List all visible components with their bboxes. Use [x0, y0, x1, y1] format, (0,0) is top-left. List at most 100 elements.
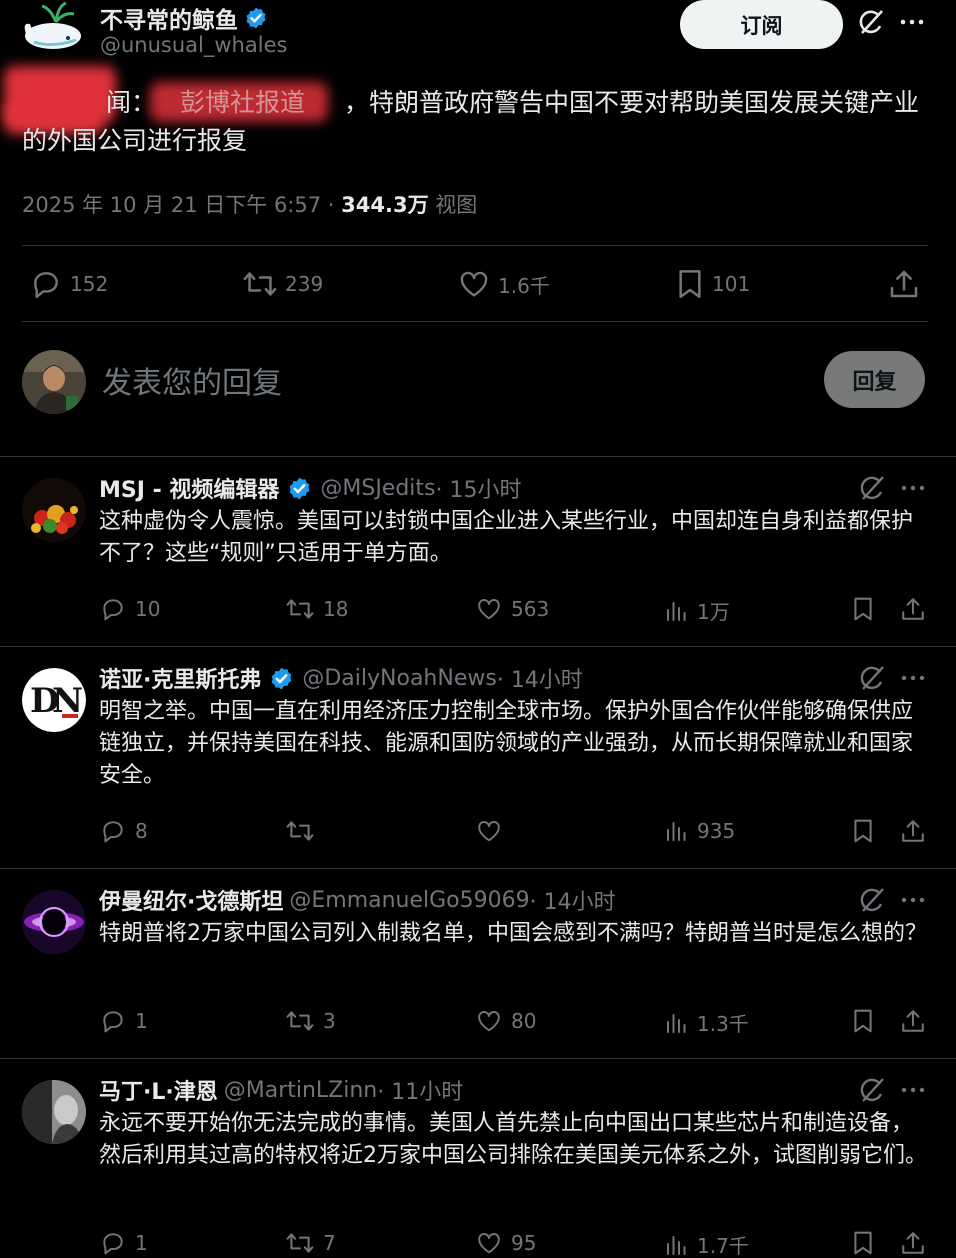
author-handle[interactable]: @unusual_whales [100, 33, 287, 57]
reply-author-name[interactable]: 诺亚·克里斯托弗 [99, 662, 261, 694]
bookmark-action[interactable] [852, 818, 874, 844]
divider [0, 646, 956, 647]
reply-author-handle[interactable]: @MartinLZinn [224, 1078, 378, 1103]
like-action[interactable]: 95 [476, 1230, 536, 1256]
bookmark-action[interactable] [852, 1230, 874, 1256]
subscribe-button[interactable]: 订阅 [680, 0, 843, 49]
reply-time[interactable]: · 14小时 [497, 662, 583, 694]
reply-button[interactable]: 回复 [824, 351, 925, 408]
reply-action[interactable]: 10 [100, 596, 160, 622]
user-avatar[interactable] [22, 350, 86, 414]
repost-count: 239 [285, 272, 324, 296]
reply-icon [103, 1011, 123, 1033]
repost-icon [286, 821, 314, 841]
reply-author-name[interactable]: MSJ - 视频编辑器 [99, 472, 279, 504]
post-timestamp[interactable]: 2025 年 10 月 21 日下午 6:57 [22, 193, 321, 217]
grok-icon[interactable] [857, 8, 885, 36]
views-action[interactable]: 935 [664, 818, 735, 844]
views-action[interactable]: 1.7千 [664, 1230, 749, 1258]
views-count: 344.3万 [341, 193, 429, 217]
reply-action[interactable]: 1 [100, 1230, 148, 1256]
repost-icon [286, 599, 314, 619]
views-count: 1.3千 [697, 1012, 749, 1036]
views-action[interactable]: 1万 [664, 596, 730, 625]
views-count: 1.7千 [697, 1234, 749, 1258]
more-options-icon[interactable] [899, 664, 927, 692]
grok-icon[interactable] [858, 886, 886, 914]
repost-action[interactable]: 7 [286, 1230, 336, 1256]
repost-count: 7 [323, 1231, 336, 1255]
reply-avatar[interactable] [22, 890, 86, 954]
reply-time[interactable]: · 15小时 [436, 472, 522, 504]
author-name-text[interactable]: 不寻常的鲸鱼 [100, 1, 238, 35]
more-options-icon[interactable] [899, 474, 927, 502]
share-icon [902, 1232, 924, 1254]
reply-author-handle[interactable]: @EmmanuelGo59069 [289, 888, 529, 913]
bookmark-action[interactable]: 101 [676, 268, 750, 300]
views-chart-icon [667, 1235, 686, 1255]
views-action[interactable]: 1.3千 [664, 1008, 749, 1037]
views-chart-icon [667, 1013, 686, 1033]
share-action[interactable] [900, 596, 926, 622]
reply-count: 1 [135, 1009, 148, 1033]
divider [22, 321, 928, 322]
author-avatar[interactable] [20, 0, 88, 52]
bookmark-icon [854, 1009, 872, 1033]
reply-time[interactable]: · 14小时 [530, 884, 616, 916]
bookmark-action[interactable] [852, 1008, 874, 1034]
grok-icon[interactable] [858, 664, 886, 692]
reply-text: 明智之举。中国一直在利用经济压力控制全球市场。保护外国合作伙伴能够确保供应链独立… [99, 699, 914, 788]
share-action[interactable] [888, 268, 920, 300]
reply-author-handle[interactable]: @DailyNoahNews [302, 666, 496, 691]
more-options-icon[interactable] [899, 1076, 927, 1104]
share-icon [902, 598, 924, 620]
bookmark-icon [679, 270, 701, 298]
reply-count: 152 [70, 272, 109, 296]
reply-author-handle[interactable]: @MSJedits [320, 476, 435, 501]
repost-action[interactable]: 3 [286, 1008, 336, 1034]
repost-action[interactable]: 239 [243, 268, 323, 300]
grok-icon[interactable] [858, 1076, 886, 1104]
share-icon [890, 270, 918, 298]
more-options-icon[interactable] [898, 8, 926, 36]
repost-count: 18 [323, 597, 349, 621]
bookmark-action[interactable] [852, 596, 874, 622]
reply-text: 特朗普将2万家中国公司列入制裁名单，中国会感到不满吗？特朗普当时是怎么想的？ [99, 921, 927, 946]
reply-header: 诺亚·克里斯托弗 @DailyNoahNews · 14小时 [99, 662, 583, 694]
reply-count: 8 [135, 819, 148, 843]
repost-action[interactable] [286, 818, 323, 844]
reply-action[interactable]: 152 [30, 268, 108, 300]
grok-icon[interactable] [858, 474, 886, 502]
reply-action[interactable]: 1 [100, 1008, 148, 1034]
repost-icon [286, 1011, 314, 1031]
author-name[interactable]: 不寻常的鲸鱼 [100, 1, 268, 35]
like-action[interactable] [476, 818, 511, 844]
views-count: 935 [697, 819, 736, 843]
divider [0, 456, 956, 457]
heart-icon [478, 1011, 500, 1032]
repost-action[interactable]: 18 [286, 596, 348, 622]
share-action[interactable] [900, 1008, 926, 1034]
reply-author-name[interactable]: 伊曼纽尔·戈德斯坦 [99, 884, 283, 916]
reply-icon [34, 272, 58, 298]
reply-avatar[interactable] [22, 1080, 86, 1144]
like-action[interactable]: 80 [476, 1008, 536, 1034]
bookmark-icon [854, 1231, 872, 1255]
like-action[interactable]: 1.6千 [458, 268, 550, 300]
reply-icon [103, 821, 123, 843]
repost-icon [243, 272, 277, 296]
more-options-icon[interactable] [899, 886, 927, 914]
reply-input[interactable]: 发表您的回复 [102, 358, 282, 402]
reply-text: 这种虚伪令人震惊。美国可以封锁中国企业进入某些行业，中国却连自身利益都保护不了？… [99, 509, 914, 566]
reply-avatar[interactable] [22, 478, 86, 542]
reply-avatar[interactable]: D N [22, 668, 86, 732]
reply-author-name[interactable]: 马丁·L·津恩 [99, 1074, 218, 1106]
divider [22, 245, 928, 246]
reply-action[interactable]: 8 [100, 818, 148, 844]
share-action[interactable] [900, 818, 926, 844]
reply-header: MSJ - 视频编辑器 @MSJedits · 15小时 [99, 472, 522, 504]
like-count: 80 [511, 1009, 537, 1033]
share-action[interactable] [900, 1230, 926, 1256]
like-action[interactable]: 563 [476, 596, 549, 622]
reply-time[interactable]: · 11小时 [377, 1074, 463, 1106]
